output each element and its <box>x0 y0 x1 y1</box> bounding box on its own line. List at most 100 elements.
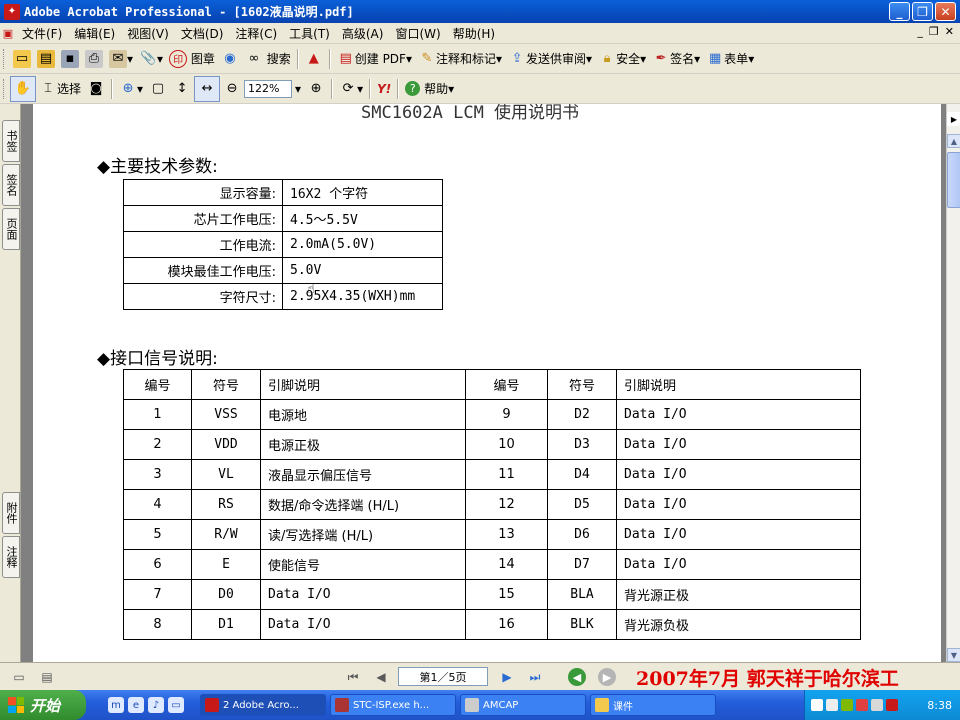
sign-button[interactable]: ✒ 签名 ▾ <box>649 47 703 71</box>
email-button[interactable]: ✉ ▾ <box>106 47 136 71</box>
pin-number: 9 <box>465 399 548 430</box>
start-button[interactable]: 开始 <box>0 690 86 720</box>
menu-edit[interactable]: 编辑(E) <box>68 25 121 42</box>
forms-label: 表单 <box>724 52 749 66</box>
create-pdf-button[interactable]: ▤ 创建 PDF ▾ <box>334 47 415 71</box>
doc-minimize-button[interactable]: _ <box>917 25 923 38</box>
scroll-up-button[interactable]: ▲ <box>947 134 960 148</box>
actual-size-icon: ▢ <box>151 81 165 96</box>
tab-comments[interactable]: 注释 <box>2 536 20 578</box>
open-button[interactable]: ▭ <box>10 47 34 71</box>
clock[interactable]: 8:38 <box>927 699 952 712</box>
toolbar-grip[interactable] <box>3 78 7 99</box>
restore-button[interactable]: ❐ <box>912 2 933 21</box>
fit-width-button[interactable]: ↔ <box>194 75 221 102</box>
page-layout-icon[interactable]: ▭ <box>10 669 28 685</box>
rotate-button[interactable]: ⟳ ▾ <box>336 77 366 101</box>
forms-button[interactable]: ▦ 表单 ▾ <box>703 47 757 71</box>
menu-file[interactable]: 文件(F) <box>16 25 68 42</box>
help-button[interactable]: ? 帮助 ▾ <box>402 77 457 101</box>
stamp-button[interactable]: 印 图章 <box>166 47 218 71</box>
task-folder[interactable]: 课件 <box>590 694 716 716</box>
globe-button[interactable]: ◉ <box>218 47 242 71</box>
tray-volume-icon[interactable] <box>871 699 883 711</box>
window-titlebar[interactable]: ✦ Adobe Acrobat Professional - [1602液晶说明… <box>0 0 960 23</box>
table-row: 7 D0 Data I/O 15 BLA 背光源正极 <box>123 579 861 610</box>
forward-button[interactable]: ▶ <box>598 668 616 686</box>
document-title: SMC1602A LCM 使用说明书 <box>361 104 580 123</box>
close-button[interactable]: ✕ <box>935 2 956 21</box>
split-arrow-icon[interactable]: ▶ <box>947 112 960 126</box>
task-label: 课件 <box>613 701 633 713</box>
vertical-scrollbar[interactable]: ▶ ▲ ▼ <box>946 104 960 662</box>
page-thumbnail-icon[interactable]: ▤ <box>38 669 56 685</box>
col-header-number: 编号 <box>123 369 192 400</box>
hand-icon: ✋ <box>14 81 32 96</box>
task-stc-isp[interactable]: STC-ISP.exe h... <box>330 694 456 716</box>
menu-comments[interactable]: 注释(C) <box>229 25 283 42</box>
browser-icon[interactable]: e <box>128 697 144 713</box>
table-row: 字符尺寸: 2.95X4.35(WXH)mm <box>123 283 443 310</box>
menu-view[interactable]: 视图(V) <box>121 25 175 42</box>
tray-arrow-icon[interactable] <box>811 699 823 711</box>
send-review-button[interactable]: ⇪ 发送供审阅 ▾ <box>505 47 595 71</box>
secure-button[interactable]: 🔒︎ 安全 ▾ <box>595 47 649 71</box>
organizer-button[interactable]: ▤ <box>34 47 58 71</box>
pin-number: 6 <box>123 549 192 580</box>
zoom-in-button[interactable]: ⊕ <box>304 77 328 101</box>
stamp-label: 图章 <box>190 52 215 66</box>
search-button[interactable]: ∞ 搜索 <box>242 47 294 71</box>
tab-signatures[interactable]: 签名 <box>2 164 20 206</box>
pdf-icon-button[interactable]: ▲ <box>302 47 326 71</box>
pin-symbol: D1 <box>191 609 261 640</box>
page-number-field[interactable]: 第1／5页 <box>398 667 488 686</box>
last-page-button[interactable]: ⏭ <box>526 669 544 685</box>
minimize-button[interactable]: _ <box>889 2 910 21</box>
doc-restore-button[interactable]: ❐ <box>929 25 939 38</box>
tab-attachments[interactable]: 附件 <box>2 492 20 534</box>
tray-app-icon[interactable] <box>826 699 838 711</box>
media-icon[interactable]: ♪ <box>148 697 164 713</box>
tab-bookmarks[interactable]: 书签 <box>2 120 20 162</box>
zoom-level-field[interactable]: 122% <box>244 79 293 98</box>
next-page-button[interactable]: ▶ <box>498 669 516 685</box>
task-amcap[interactable]: AMCAP <box>460 694 586 716</box>
menu-help[interactable]: 帮助(H) <box>447 25 501 42</box>
first-page-button[interactable]: ⏮ <box>344 669 362 685</box>
yahoo-button[interactable]: Y! <box>374 77 394 101</box>
spec-value: 2.0mA(5.0V) <box>282 231 443 258</box>
comment-markup-button[interactable]: ✎ 注释和标记 ▾ <box>415 47 505 71</box>
save-button[interactable]: ▪ <box>58 47 82 71</box>
toolbar-file: ▭ ▤ ▪ ⎙ ✉ ▾ 📎 ▾ 印 图章 ◉ ∞ 搜索 ▲ ▤ 创建 PDF ▾ ✎ 注释… <box>0 44 960 74</box>
menu-tools[interactable]: 工具(T) <box>283 25 336 42</box>
menu-window[interactable]: 窗口(W) <box>389 25 446 42</box>
tray-network-icon[interactable] <box>841 699 853 711</box>
fit-page-button[interactable]: ↕ <box>170 77 194 101</box>
back-button[interactable]: ◀ <box>568 668 586 686</box>
tray-shield-icon[interactable] <box>856 699 868 711</box>
doc-close-button[interactable]: ✕ <box>945 25 954 38</box>
menu-document[interactable]: 文档(D) <box>175 25 230 42</box>
scroll-thumb[interactable] <box>947 152 960 208</box>
scroll-down-button[interactable]: ▼ <box>947 648 960 662</box>
hand-tool-button[interactable]: ✋ <box>10 75 36 102</box>
select-tool-button[interactable]: ⌶ 选择 <box>36 77 84 101</box>
snapshot-button[interactable]: ◙ <box>84 77 108 101</box>
messenger-icon[interactable]: m <box>108 697 124 713</box>
zoom-out-button[interactable]: ⊖ <box>220 77 244 101</box>
toolbar-grip[interactable] <box>3 48 7 69</box>
pin-table: 编号 符号 引脚说明 编号 符号 引脚说明 1 VSS 电源地 9 D2 Data I/… <box>123 369 861 640</box>
pin-symbol: VL <box>191 459 261 490</box>
zoom-tool-button[interactable]: ⊕ ▾ <box>116 77 146 101</box>
zoom-dropdown[interactable]: ▾ <box>292 77 304 101</box>
attach-button[interactable]: 📎 ▾ <box>136 47 166 71</box>
print-button[interactable]: ⎙ <box>82 47 106 71</box>
show-desktop-icon[interactable]: ▭ <box>168 697 184 713</box>
tray-security-icon[interactable] <box>886 699 898 711</box>
tab-pages[interactable]: 页面 <box>2 208 20 250</box>
previous-page-button[interactable]: ◀ <box>372 669 390 685</box>
task-adobe[interactable]: 2 Adobe Acro... <box>200 694 326 716</box>
document-viewport[interactable]: SMC1602A LCM 使用说明书 ◆主要技术参数: 显示容量: 16X2 个字… <box>21 104 946 662</box>
menu-advanced[interactable]: 高级(A) <box>336 25 390 42</box>
actual-size-button[interactable]: ▢ <box>146 77 170 101</box>
